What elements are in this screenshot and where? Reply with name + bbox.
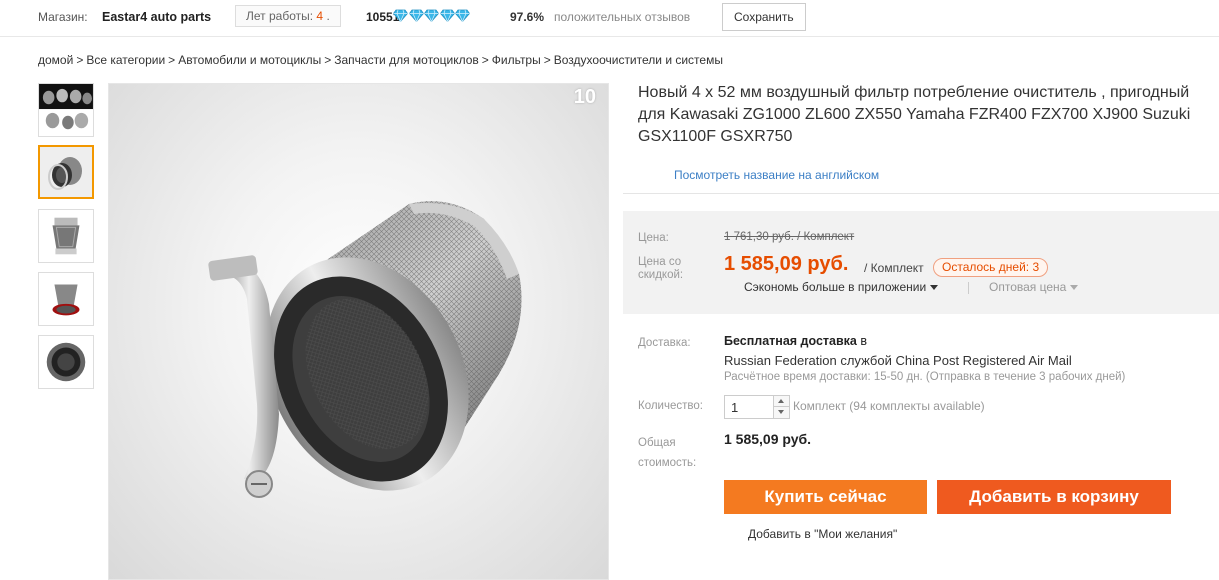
quantity-label: Количество: (638, 400, 703, 412)
quantity-stepper (724, 395, 790, 419)
breadcrumb: домой > Все категории > Автомобили и мотоцик… (38, 53, 723, 67)
total-price: 1 585,09 руб. (724, 431, 812, 447)
filter-side-image (39, 273, 93, 325)
years-value: 4 (316, 9, 324, 23)
thumbnail-filter-set[interactable] (38, 83, 94, 137)
product-title: Новый 4 x 52 мм воздушный фильтр потребл… (638, 84, 1191, 145)
shipping-label: Доставка: (638, 337, 691, 349)
filter-clamp-image (40, 147, 92, 197)
diamond-icon (408, 9, 424, 22)
shipping-in: в (860, 334, 868, 348)
store-header-bar: Магазин: Eastar4 auto parts Лет работы: … (0, 0, 1219, 37)
free-shipping-text: Бесплатная доставка (724, 334, 857, 348)
breadcrumb-home[interactable]: домой (38, 53, 73, 67)
image-count-badge: 10 (573, 86, 596, 108)
diamond-icon (424, 9, 439, 22)
app-savings-label: Сэкономь больше в приложении (744, 280, 927, 294)
discount-price: 1 585,09 руб. (724, 253, 849, 275)
breadcrumb-separator: > (481, 53, 489, 67)
thumbnail-filter-side[interactable] (38, 272, 94, 326)
store-label: Магазин: (38, 10, 88, 24)
years-label: Лет работы: (246, 9, 314, 23)
positive-feedback-label: положительных отзывов (554, 10, 691, 24)
breadcrumb-separator: > (168, 53, 176, 67)
price-label: Цена: (638, 232, 669, 244)
years-suffix: . (326, 9, 330, 23)
breadcrumb-air-cleaners[interactable]: Воздухоочистители и системы (554, 53, 723, 67)
divider (623, 193, 1219, 194)
chevron-down-icon (1070, 285, 1079, 291)
wholesale-label: Оптовая цена (989, 280, 1067, 294)
chevron-down-icon (930, 285, 939, 291)
quantity-increase-button[interactable] (773, 396, 789, 407)
positive-feedback-percent: 97.6% (510, 10, 545, 24)
view-english-title-link[interactable]: Посмотреть название на английском (674, 168, 879, 182)
diamond-icon (455, 9, 470, 22)
add-to-wishlist-link[interactable]: Добавить в "Мои желания" (748, 527, 897, 541)
store-rank-diamonds[interactable] (393, 9, 471, 25)
breadcrumb-filters[interactable]: Фильтры (492, 53, 541, 67)
breadcrumb-moto-parts[interactable]: Запчасти для мотоциклов (334, 53, 479, 67)
diamond-icon (439, 9, 455, 22)
app-savings-dropdown[interactable]: Сэкономь больше в приложении (744, 280, 939, 294)
price-unit: / Комплект (864, 261, 924, 275)
breadcrumb-all-categories[interactable]: Все категории (86, 53, 165, 67)
thumbnail-filter-clamp[interactable] (38, 145, 94, 199)
breadcrumb-separator: > (543, 53, 551, 67)
quantity-decrease-button[interactable] (773, 407, 789, 418)
divider (968, 282, 969, 294)
diamond-icon (393, 9, 408, 22)
quantity-input[interactable] (725, 396, 773, 418)
thumbnail-filter-front[interactable] (38, 209, 94, 263)
delivery-estimate: Расчётное время доставки: 15-50 дн. (Отп… (724, 371, 1126, 383)
save-store-button[interactable]: Сохранить (722, 3, 806, 31)
store-name-link[interactable]: Eastar4 auto parts (102, 10, 211, 24)
add-to-cart-button[interactable]: Добавить в корзину (937, 480, 1171, 514)
filter-front-image (39, 210, 93, 262)
main-product-image[interactable]: 10 (108, 83, 609, 580)
total-label: Общая стоимость: (638, 437, 697, 469)
original-price: 1 761,30 руб. / Комплект (724, 231, 855, 243)
discount-price-label: Цена со скидкой: (638, 256, 684, 281)
shipping-route: Russian Federation службой China Post Re… (724, 353, 1072, 368)
filter-set-image (39, 84, 93, 136)
shipping-method[interactable]: Бесплатная доставка в (724, 334, 867, 348)
breadcrumb-separator: > (324, 53, 332, 67)
thumbnail-filter-inside[interactable] (38, 335, 94, 389)
breadcrumb-auto-moto[interactable]: Автомобили и мотоциклы (178, 53, 321, 67)
filter-inside-image (39, 336, 93, 388)
years-open-badge: Лет работы: 4 . (235, 5, 341, 27)
quantity-available: Комплект (94 комплекты available) (793, 399, 985, 413)
wholesale-price-dropdown[interactable]: Оптовая цена (989, 280, 1079, 294)
buy-now-button[interactable]: Купить сейчас (724, 480, 927, 514)
air-filter-illustration (208, 201, 522, 498)
breadcrumb-separator: > (76, 53, 84, 67)
days-left-badge: Осталось дней: 3 (933, 258, 1049, 277)
